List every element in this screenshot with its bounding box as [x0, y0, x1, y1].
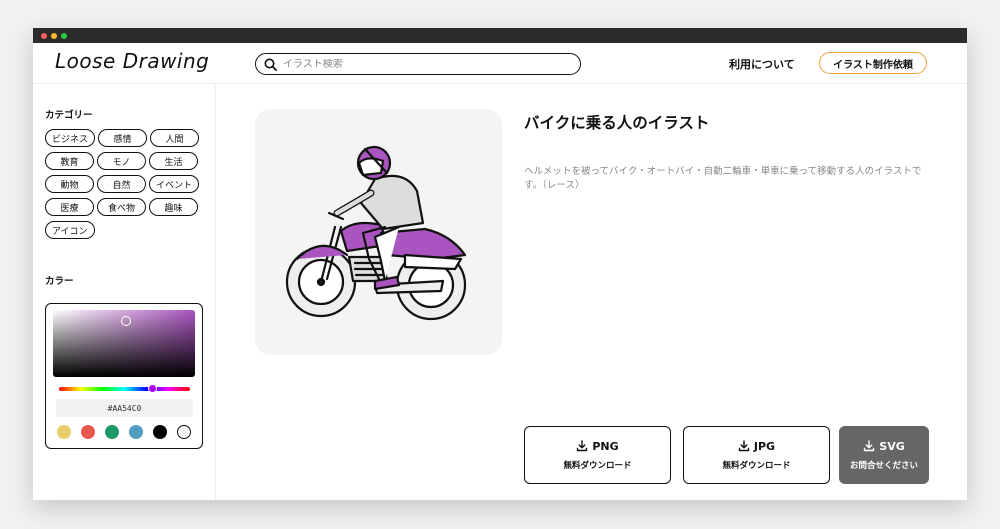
download-subtext: 無料ダウンロード: [563, 460, 632, 471]
hue-slider[interactable]: [59, 387, 190, 391]
search-icon: [264, 58, 277, 71]
color-swatch[interactable]: [129, 425, 143, 439]
download-icon: [738, 440, 750, 452]
color-swatch[interactable]: [153, 425, 167, 439]
category-tag[interactable]: 感情: [98, 129, 148, 147]
download-format: SVG: [863, 439, 905, 453]
site-header: Loose Drawing 利用について イラスト制作依頼: [33, 43, 967, 84]
download-icon: [577, 440, 588, 452]
color-swatches: [57, 425, 191, 439]
request-illustration-button[interactable]: イラスト制作依頼: [819, 52, 927, 74]
download-format: JPG: [738, 440, 775, 453]
category-tag[interactable]: 生活: [149, 152, 198, 170]
illustration-title: バイクに乗る人のイラスト: [524, 114, 710, 132]
illustration-preview: [255, 109, 502, 355]
category-tag[interactable]: 自然: [97, 175, 146, 193]
main-content: バイクに乗る人のイラスト ヘルメットを被ってバイク・オートバイ・自動二輪車・単車…: [217, 85, 967, 500]
download-icon: [864, 440, 875, 452]
download-subtext: 無料ダウンロード: [722, 460, 791, 471]
category-tag[interactable]: 教育: [45, 152, 94, 170]
color-swatch[interactable]: [105, 425, 119, 439]
site-logo[interactable]: Loose Drawing: [55, 49, 209, 73]
color-picker: #AA54C0: [45, 303, 203, 449]
window-titlebar: [33, 28, 967, 43]
color-swatch[interactable]: [81, 425, 95, 439]
category-tag[interactable]: ビジネス: [45, 129, 96, 147]
sidebar: カテゴリー ビジネス 感情 人間 教育 モノ 生活 動物 自然 イベント 医療 …: [33, 85, 216, 500]
color-heading: カラー: [45, 276, 74, 287]
browser-window: Loose Drawing 利用について イラスト制作依頼 カテゴリー ビジネス…: [33, 28, 967, 500]
color-swatch[interactable]: [177, 425, 191, 439]
about-link[interactable]: 利用について: [729, 56, 795, 72]
format-label: JPG: [753, 439, 776, 453]
maximize-window-icon[interactable]: [61, 32, 67, 39]
format-label: PNG: [592, 439, 619, 453]
illustration-description: ヘルメットを被ってバイク・オートバイ・自動二輪車・単車に乗って移動する人のイラス…: [524, 166, 922, 191]
download-format: PNG: [576, 439, 619, 453]
color-swatch[interactable]: [57, 425, 71, 439]
format-label: SVG: [879, 439, 905, 453]
download-subtext: お問合せください: [849, 460, 918, 471]
hue-slider-handle[interactable]: [148, 384, 157, 393]
category-tag[interactable]: 医療: [45, 198, 94, 216]
category-tag[interactable]: 食べ物: [97, 198, 146, 216]
hex-value[interactable]: #AA54C0: [56, 399, 193, 417]
search-bar[interactable]: [255, 53, 581, 75]
category-tag[interactable]: 動物: [45, 175, 94, 193]
search-input[interactable]: [283, 58, 563, 70]
category-tag[interactable]: イベント: [149, 175, 200, 193]
category-tag[interactable]: 人間: [150, 129, 200, 147]
minimize-window-icon[interactable]: [51, 32, 57, 39]
category-heading: カテゴリー: [45, 110, 93, 121]
download-png-button[interactable]: PNG 無料ダウンロード: [524, 426, 671, 484]
category-tag[interactable]: アイコン: [45, 221, 95, 239]
color-picker-handle[interactable]: [121, 316, 131, 326]
category-tag[interactable]: モノ: [97, 152, 146, 170]
motorcycle-rider-illustration: [285, 145, 467, 321]
category-list: ビジネス 感情 人間 教育 モノ 生活 動物 自然 イベント 医療 食べ物 趣味…: [45, 129, 210, 239]
download-svg-button[interactable]: SVG お問合せください: [839, 426, 929, 484]
close-window-icon[interactable]: [41, 32, 47, 39]
category-tag[interactable]: 趣味: [149, 198, 198, 216]
download-jpg-button[interactable]: JPG 無料ダウンロード: [683, 426, 830, 484]
